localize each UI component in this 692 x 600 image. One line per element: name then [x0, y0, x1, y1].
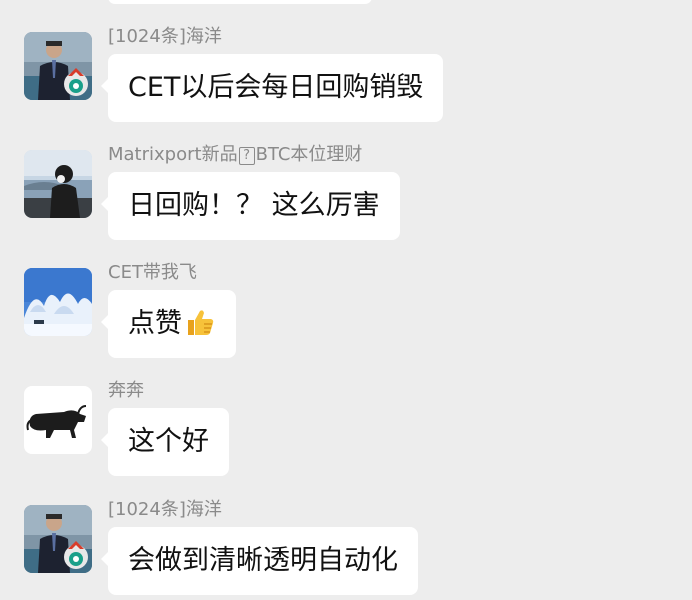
man-in-suit-with-badge-icon [24, 32, 92, 100]
previous-message-bubble-edge [108, 0, 372, 4]
sender-name: CET带我飞 [108, 262, 197, 283]
avatar[interactable] [24, 268, 92, 336]
message-text: CET以后会每日回购销毁 [128, 72, 424, 103]
avatar[interactable] [24, 505, 92, 573]
bull-icon [24, 386, 92, 454]
sender-name: [1024条]海洋 [108, 26, 222, 47]
message-bubble[interactable]: 点赞 [101, 290, 236, 358]
snowy-trees-icon [24, 268, 92, 336]
man-in-suit-with-badge-icon [24, 505, 92, 573]
message-bubble[interactable]: 这个好 [101, 408, 229, 476]
message-text: 会做到清晰透明自动化 [128, 545, 398, 576]
unsupported-glyph-box: ? [238, 147, 255, 165]
lakeside-silhouette-icon [24, 150, 92, 218]
message-text: 日回购！？ 这么厉害 [128, 190, 380, 221]
sender-name: 奔奔 [108, 380, 144, 401]
sender-name-suffix: BTC本位理财 [255, 144, 363, 165]
avatar[interactable] [24, 32, 92, 100]
avatar[interactable] [24, 386, 92, 454]
avatar[interactable] [24, 150, 92, 218]
message-bubble[interactable]: 会做到清晰透明自动化 [101, 527, 418, 595]
thumbs-up-icon [188, 309, 214, 335]
message-bubble[interactable]: CET以后会每日回购销毁 [100, 54, 444, 122]
message-bubble[interactable]: 日回购！？ 这么厉害 [101, 172, 400, 240]
message-text: 这个好 [128, 426, 209, 457]
sender-name: Matrixport新品? BTC本位理财 [108, 144, 362, 166]
sender-name-prefix: Matrixport新品 [108, 144, 238, 165]
sender-name: [1024条]海洋 [108, 499, 222, 520]
message-text: 点赞 [128, 308, 182, 339]
